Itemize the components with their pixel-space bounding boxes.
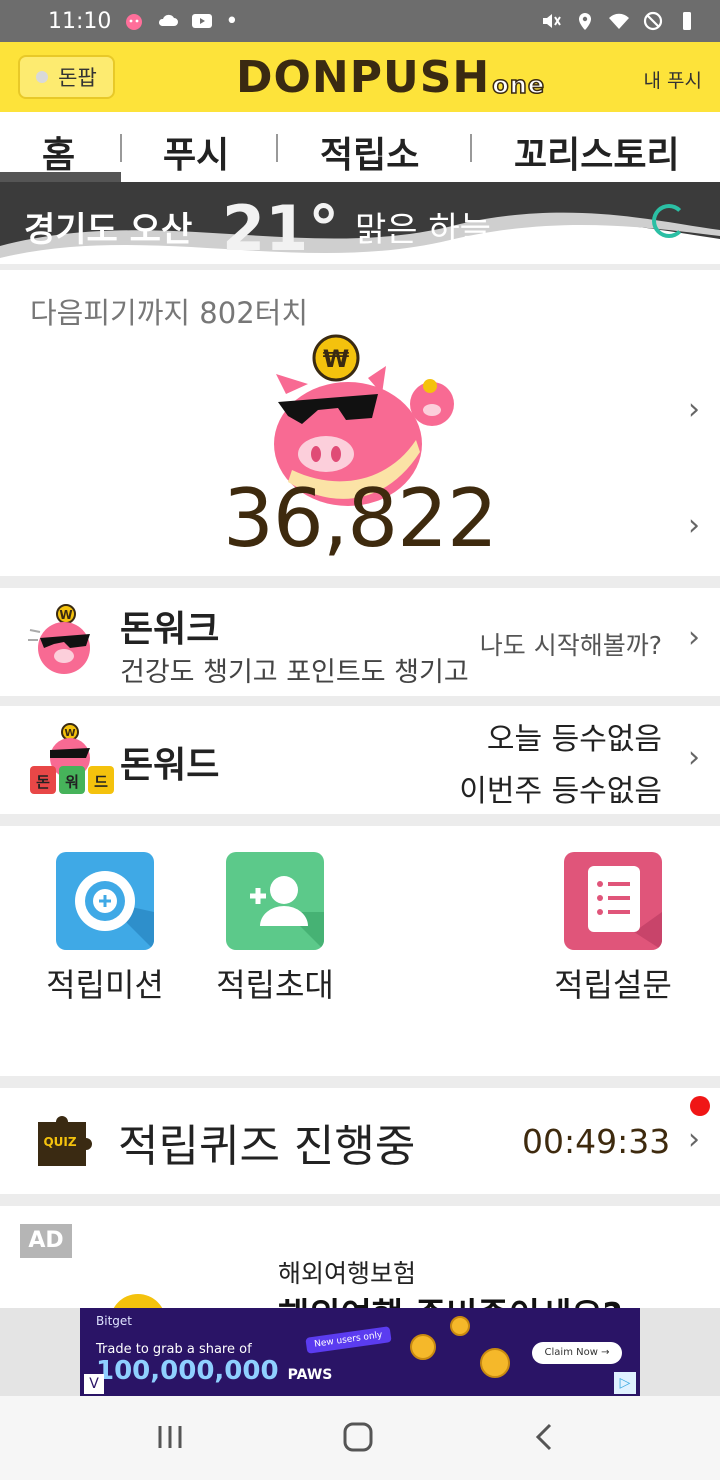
weather-description: 맑은 하늘: [355, 210, 491, 250]
ad-label: AD: [20, 1224, 72, 1258]
app-logo: DONPUSH one: [236, 52, 545, 103]
coin-icon: [450, 1316, 470, 1336]
banner-pill: New users only: [305, 1326, 392, 1354]
add-user-icon: [226, 852, 324, 950]
banner-brand: Bitget: [96, 1314, 132, 1328]
quiz-puzzle-icon: QUIZ: [38, 1116, 92, 1166]
tab-earn-store[interactable]: 적립소: [320, 126, 419, 178]
earn-invite-item[interactable]: 적립초대: [210, 852, 340, 1006]
weather-location: 경기도 오산: [24, 210, 193, 250]
back-nav-icon[interactable]: [532, 1422, 556, 1452]
donword-title: 돈워드: [120, 745, 220, 786]
mission-target-icon: [56, 852, 154, 950]
earn-invite-label: 적립초대: [216, 966, 334, 1004]
svg-text:드: 드: [94, 773, 108, 791]
my-push-link[interactable]: 내 푸시: [644, 66, 702, 93]
ad-info-icon[interactable]: ▷: [614, 1372, 636, 1394]
location-icon: [579, 13, 591, 30]
recent-apps-icon[interactable]: [156, 1422, 184, 1452]
donword-today-rank: 오늘 등수없음: [486, 722, 662, 757]
new-badge-dot: [690, 1096, 710, 1116]
quiz-card[interactable]: QUIZ 적립퀴즈 진행중 00:49:33 ›: [0, 1088, 720, 1194]
ad-card[interactable]: AD 해외여행보험 해외여행 준비중이세요?: [0, 1206, 720, 1316]
app-header: 돈팝 DONPUSH one 내 푸시: [0, 42, 720, 112]
tab-divider: [120, 134, 122, 162]
mute-icon: [543, 14, 561, 28]
banner-creative[interactable]: Bitget Trade to grab a share of 100,000,…: [80, 1308, 640, 1396]
next-pig-progress: 다음피기까지 802터치: [30, 296, 309, 330]
home-nav-icon[interactable]: [342, 1422, 374, 1452]
svg-text:워: 워: [65, 773, 79, 791]
wifi-icon: [609, 13, 629, 29]
active-tab-indicator: [0, 172, 121, 182]
battery-icon: [683, 12, 691, 30]
toggle-dot-icon: [36, 71, 49, 83]
coin-icon: [410, 1334, 436, 1360]
donwalk-subtitle: 건강도 챙기고 포인트도 챙기고: [120, 657, 469, 688]
chevron-right-icon[interactable]: ›: [688, 620, 700, 655]
donpop-label: 돈팝: [58, 66, 97, 90]
earn-survey-item[interactable]: 적립설문: [548, 852, 678, 1006]
donwalk-cta: 나도 시작해볼까?: [479, 631, 662, 660]
donword-week-rank: 이번주 등수없음: [459, 774, 662, 809]
earn-mission-item[interactable]: 적립미션: [40, 852, 170, 1006]
svg-text:QUIZ: QUIZ: [43, 1135, 76, 1149]
donwalk-card[interactable]: W 돈워크 건강도 챙기고 포인트도 챙기고 나도 시작해볼까? ›: [0, 588, 720, 696]
tab-tail-story[interactable]: 꼬리스토리: [514, 126, 680, 178]
quiz-title: 적립퀴즈 진행중: [118, 1121, 416, 1172]
survey-list-icon: [564, 852, 662, 950]
quiz-timer: 00:49:33: [522, 1122, 671, 1161]
status-time: 11:10: [48, 8, 112, 34]
donwalk-pig-icon: W: [28, 604, 90, 674]
earn-mission-label: 적립미션: [46, 966, 164, 1004]
donwalk-title: 돈워크: [120, 609, 220, 650]
tab-divider: [470, 134, 472, 162]
tab-home[interactable]: 홈: [42, 126, 75, 178]
earn-menu-grid: 적립미션 적립초대 적립설문: [0, 826, 720, 1076]
weather-temperature: 21°: [222, 192, 340, 264]
earn-survey-label: 적립설문: [554, 966, 672, 1004]
cloud-icon: [159, 14, 179, 26]
status-bar: 11:10 •: [0, 0, 720, 42]
loading-spinner-icon: [652, 204, 686, 238]
chevron-right-icon[interactable]: ›: [688, 508, 700, 543]
weather-strip[interactable]: 경기도 오산 21° 맑은 하늘: [0, 182, 720, 264]
logo-suffix: one: [492, 70, 546, 100]
donpop-button[interactable]: 돈팝: [18, 55, 115, 99]
system-nav-bar: [0, 1396, 720, 1480]
coin-icon: [480, 1348, 510, 1378]
tab-push[interactable]: 푸시: [163, 126, 229, 178]
chevron-right-icon[interactable]: ›: [688, 1122, 700, 1157]
banner-text: Trade to grab a share of: [96, 1342, 252, 1357]
svg-text:W: W: [64, 728, 75, 739]
donword-pig-icon: W 돈 워 드: [30, 723, 114, 794]
youtube-icon: [192, 14, 213, 28]
notification-dot: •: [225, 8, 239, 34]
svg-text:₩: ₩: [323, 345, 350, 373]
banner-claim-button[interactable]: Claim Now →: [532, 1342, 622, 1364]
banner-ad[interactable]: Bitget Trade to grab a share of 100,000,…: [0, 1308, 720, 1396]
tab-divider: [276, 134, 278, 162]
chevron-right-icon[interactable]: ›: [688, 392, 700, 427]
logo-text: DONPUSH: [236, 52, 491, 103]
svg-text:돈: 돈: [36, 773, 50, 791]
do-not-disturb-icon: [643, 11, 663, 31]
chevron-right-icon[interactable]: ›: [688, 740, 700, 775]
donword-card[interactable]: W 돈 워 드 돈워드 오늘 등수없음 이번주 등수없음 ›: [0, 706, 720, 814]
ad-choices-icon[interactable]: V: [84, 1374, 104, 1394]
banner-amount: 100,000,000 PAWS: [96, 1356, 333, 1386]
svg-text:W: W: [59, 608, 72, 622]
pig-app-icon: [126, 14, 143, 30]
point-balance: 36,822: [223, 472, 498, 565]
ad-category: 해외여행보험: [278, 1259, 417, 1288]
piggy-bank-card[interactable]: 다음피기까지 802터치 ₩ 36,822 › ›: [0, 270, 720, 576]
